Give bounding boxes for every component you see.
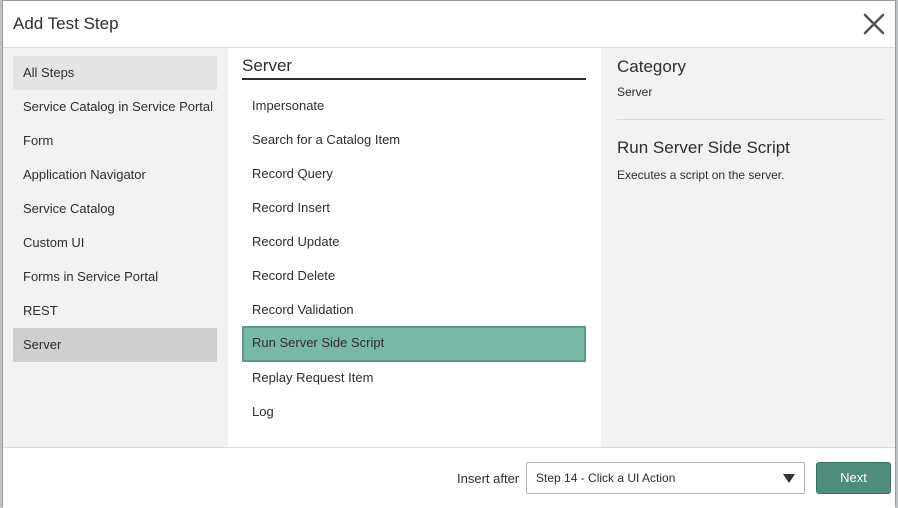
step-item[interactable]: Record Validation — [242, 293, 586, 327]
step-details-panel: Category Server Run Server Side Script E… — [601, 48, 895, 447]
step-item[interactable]: Record Update — [242, 225, 586, 259]
insert-after-label: Insert after — [457, 471, 520, 486]
step-item[interactable]: Log — [242, 395, 586, 429]
add-test-step-dialog: Add Test Step All Steps Service Catalog … — [2, 0, 896, 508]
step-item[interactable]: Record Query — [242, 157, 586, 191]
step-list-heading: Server — [242, 56, 586, 80]
step-item[interactable]: Record Insert — [242, 191, 586, 225]
step-item[interactable]: Impersonate — [242, 89, 586, 123]
step-item[interactable]: Record Delete — [242, 259, 586, 293]
close-button[interactable] — [861, 11, 887, 37]
category-item[interactable]: Form — [13, 124, 217, 158]
category-item[interactable]: Service Catalog in Service Portal — [13, 90, 217, 124]
category-item[interactable]: Custom UI — [13, 226, 217, 260]
insert-after-select[interactable]: Step 14 - Click a UI Action — [526, 462, 805, 494]
category-item-selected[interactable]: Server — [13, 328, 217, 362]
step-item-selected[interactable]: Run Server Side Script — [242, 326, 586, 362]
dialog-title: Add Test Step — [13, 14, 119, 33]
step-item[interactable]: Search for a Catalog Item — [242, 123, 586, 157]
step-detail-title: Run Server Side Script — [617, 138, 790, 157]
next-button[interactable]: Next — [816, 462, 891, 494]
category-item[interactable]: Service Catalog — [13, 192, 217, 226]
category-list: All Steps Service Catalog in Service Por… — [3, 48, 228, 447]
dialog-header: Add Test Step — [3, 1, 895, 48]
category-item[interactable]: Application Navigator — [13, 158, 217, 192]
category-item[interactable]: Forms in Service Portal — [13, 260, 217, 294]
close-icon — [863, 13, 885, 35]
category-heading: Category — [617, 57, 686, 76]
caret-down-icon — [783, 474, 795, 484]
dialog-footer: Insert after Step 14 - Click a UI Action… — [3, 447, 895, 508]
insert-after-value: Step 14 - Click a UI Action — [536, 471, 676, 485]
category-value: Server — [617, 85, 653, 99]
step-item[interactable]: Replay Request Item — [242, 361, 586, 395]
step-detail-description: Executes a script on the server. — [617, 168, 785, 182]
category-item[interactable]: REST — [13, 294, 217, 328]
details-divider — [617, 119, 885, 120]
step-list: Server Impersonate Search for a Catalog … — [228, 48, 601, 447]
category-item[interactable]: All Steps — [13, 56, 217, 90]
